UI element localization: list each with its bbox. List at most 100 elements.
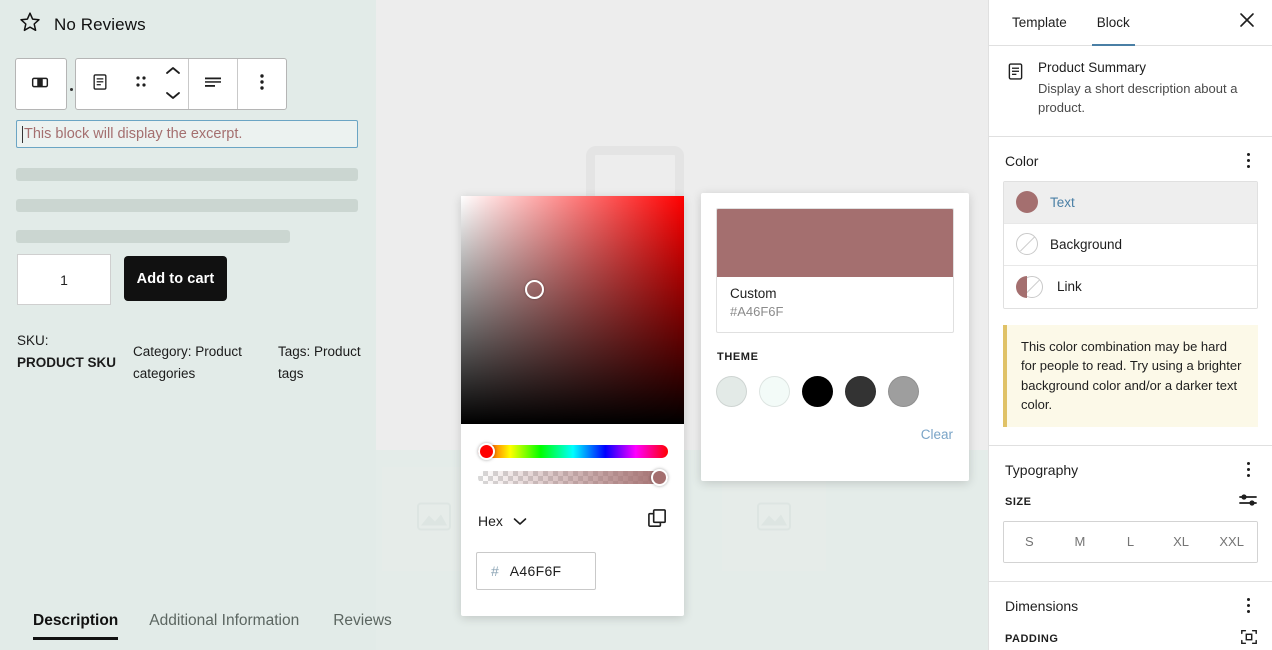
block-actions-group[interactable] xyxy=(75,58,287,110)
saturation-value-area[interactable] xyxy=(461,196,684,424)
font-size-s[interactable]: S xyxy=(1004,521,1055,562)
sidebar-tabs[interactable]: Template Block xyxy=(989,0,1272,46)
swatch-off-white[interactable] xyxy=(759,376,790,407)
hex-prefix: # xyxy=(491,563,499,579)
custom-color-name: Custom xyxy=(730,286,777,301)
font-size-toggle-group[interactable]: S M L XL XXL xyxy=(1003,520,1258,563)
align-button[interactable] xyxy=(189,59,237,109)
swatch-mid-gray[interactable] xyxy=(888,376,919,407)
typography-section-header: Typography xyxy=(989,446,1272,490)
theme-palette-heading: THEME xyxy=(717,351,759,363)
excerpt-placeholder-text: This block will display the excerpt. xyxy=(24,126,243,142)
image-placeholder-icon xyxy=(417,502,451,536)
color-option-list[interactable]: Text Background Link xyxy=(1003,180,1258,309)
skeleton-line-2 xyxy=(16,199,358,212)
color-format-select[interactable]: Hex xyxy=(478,513,527,529)
hue-slider-track xyxy=(478,445,668,458)
quantity-value: 1 xyxy=(60,271,68,288)
font-size-label-row: SIZE xyxy=(989,490,1272,521)
tags-meta: Tags: Product tags xyxy=(278,341,373,385)
hue-slider[interactable] xyxy=(478,443,668,460)
align-text-icon xyxy=(202,73,224,96)
swatch-light-gray[interactable] xyxy=(716,376,747,407)
typography-options-kebab-icon[interactable] xyxy=(1238,460,1258,480)
drag-handle-icon xyxy=(134,73,148,96)
chevron-up-icon[interactable] xyxy=(165,63,181,81)
skeleton-line-1 xyxy=(16,168,358,181)
category-meta: Category: Product categories xyxy=(133,341,258,385)
reviews-label: No Reviews xyxy=(54,14,146,34)
document-summary-icon xyxy=(90,72,110,97)
color-row-label-text: Text xyxy=(1050,194,1075,210)
more-options-vertical-icon xyxy=(259,72,265,97)
color-row-background[interactable]: Background xyxy=(1004,223,1257,266)
contrast-warning-notice: This color combination may be hard for p… xyxy=(1003,324,1258,427)
color-options-kebab-icon[interactable] xyxy=(1238,151,1258,171)
padding-label: PADDING xyxy=(1005,633,1059,646)
sku-meta: SKU: PRODUCT SKU xyxy=(17,330,117,374)
hex-input[interactable]: # A46F6F xyxy=(476,552,596,590)
block-info: Product Summary Display a short descript… xyxy=(989,46,1272,137)
quantity-input[interactable]: 1 xyxy=(17,254,111,305)
dimensions-options-kebab-icon[interactable] xyxy=(1238,596,1258,616)
block-type-group[interactable] xyxy=(15,58,67,110)
color-row-label-background: Background xyxy=(1050,236,1123,252)
block-icon-button[interactable] xyxy=(76,59,124,109)
settings-sidebar: Template Block Product Summary Display a… xyxy=(988,0,1272,650)
typography-section-title: Typography xyxy=(1005,461,1079,478)
clear-color-button[interactable]: Clear xyxy=(921,427,953,442)
color-row-link[interactable]: Link xyxy=(1004,265,1257,308)
sliders-icon[interactable] xyxy=(1238,492,1258,513)
color-row-text[interactable]: Text xyxy=(1004,181,1257,224)
color-section-header: Color xyxy=(989,137,1272,181)
product-tabs[interactable]: Description Additional Information Revie… xyxy=(0,612,392,640)
gallery-thumb-2 xyxy=(722,467,826,571)
category-label: Category: xyxy=(133,344,192,359)
tab-additional-information[interactable]: Additional Information xyxy=(149,612,299,640)
swatch-dark-gray[interactable] xyxy=(845,376,876,407)
block-options-button[interactable] xyxy=(238,59,286,109)
color-section-title: Color xyxy=(1005,152,1039,169)
tab-reviews[interactable]: Reviews xyxy=(333,612,392,640)
custom-color-card[interactable]: Custom #A46F6F xyxy=(716,208,954,333)
tab-block[interactable]: Block xyxy=(1082,0,1145,46)
color-picker-popover[interactable]: Hex # A46F6F xyxy=(461,196,684,616)
drag-handle-button[interactable] xyxy=(124,59,158,109)
font-size-l[interactable]: L xyxy=(1105,521,1156,562)
skeleton-line-3 xyxy=(16,230,290,243)
link-color-swatch xyxy=(1016,275,1043,298)
swatch-black[interactable] xyxy=(802,376,833,407)
move-block-buttons[interactable] xyxy=(158,63,188,105)
alpha-slider-handle[interactable] xyxy=(651,469,668,486)
alpha-slider[interactable] xyxy=(478,469,668,486)
color-format-row: Hex xyxy=(478,508,668,534)
document-summary-icon xyxy=(1005,60,1026,87)
font-size-label: SIZE xyxy=(1005,496,1032,509)
tab-description[interactable]: Description xyxy=(33,612,119,640)
custom-color-hex: #A46F6F xyxy=(730,304,784,319)
chevron-down-icon[interactable] xyxy=(165,87,181,105)
excerpt-block[interactable]: This block will display the excerpt. xyxy=(16,120,358,148)
copy-color-button[interactable] xyxy=(647,508,668,534)
alpha-slider-track xyxy=(478,471,668,484)
add-to-cart-button[interactable]: Add to cart xyxy=(124,256,227,301)
custom-color-swatch xyxy=(717,209,953,277)
dimensions-section-header: Dimensions xyxy=(989,582,1272,626)
close-sidebar-button[interactable] xyxy=(1232,8,1262,38)
block-type-button[interactable] xyxy=(16,59,64,109)
text-color-swatch xyxy=(1016,191,1038,214)
font-size-m[interactable]: M xyxy=(1054,521,1106,562)
box-padding-icon[interactable] xyxy=(1240,628,1258,650)
block-description: Display a short description about a prod… xyxy=(1038,81,1238,115)
font-size-xxl[interactable]: XXL xyxy=(1206,521,1257,562)
hue-slider-handle[interactable] xyxy=(478,443,495,460)
block-title: Product Summary xyxy=(1038,60,1147,75)
copy-icon xyxy=(647,509,668,533)
saturation-handle[interactable] xyxy=(525,280,544,299)
block-toolbar[interactable] xyxy=(15,58,287,110)
theme-swatch-row[interactable] xyxy=(716,376,919,407)
font-size-xl[interactable]: XL xyxy=(1155,521,1207,562)
tab-template[interactable]: Template xyxy=(997,0,1082,46)
color-palette-popover[interactable]: Custom #A46F6F THEME Clear xyxy=(701,193,969,481)
close-icon xyxy=(1239,12,1255,33)
